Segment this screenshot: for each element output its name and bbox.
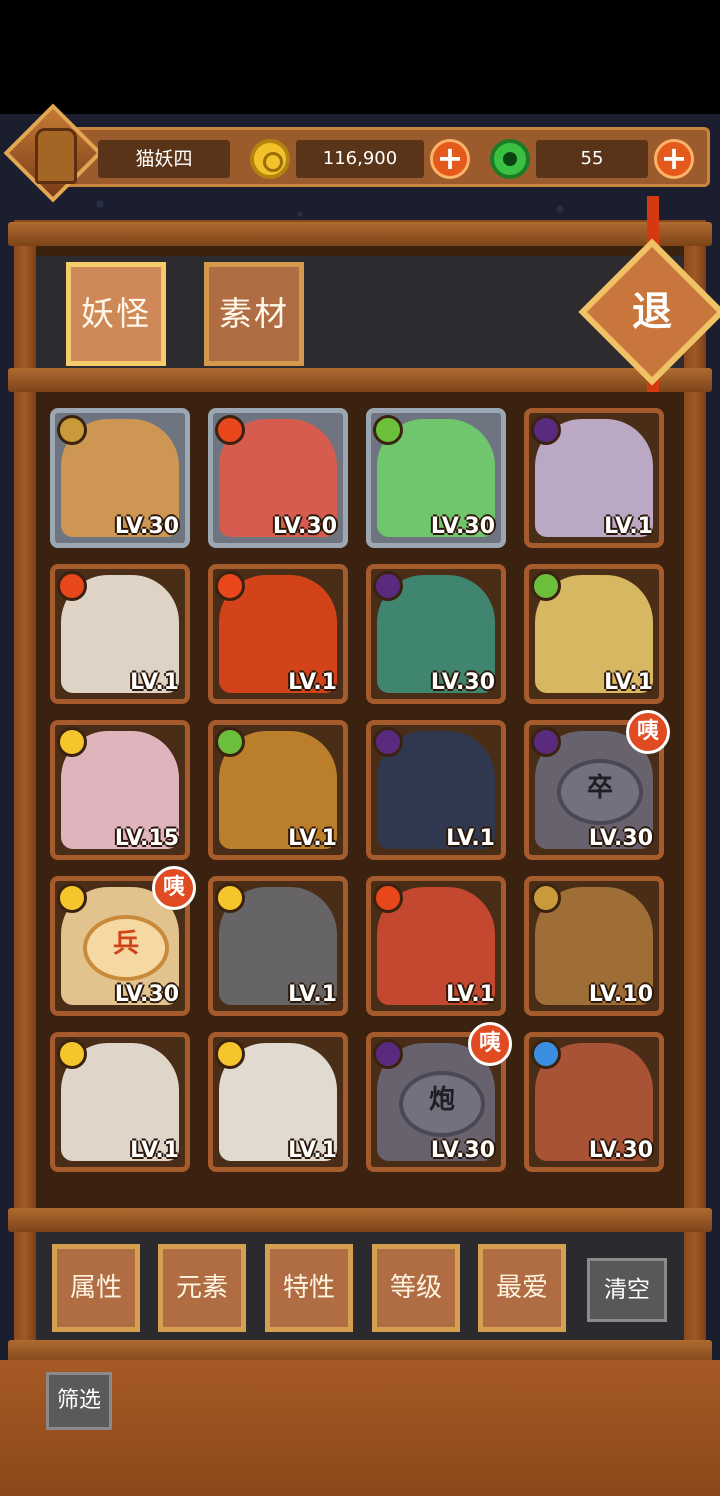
fire-element-icon bbox=[215, 571, 245, 601]
filter-toggle-button[interactable]: 筛选 bbox=[46, 1372, 112, 1430]
card-level: LV.1 bbox=[446, 826, 495, 851]
player-name: 猫妖四 bbox=[98, 140, 230, 178]
card-level: LV.1 bbox=[446, 982, 495, 1007]
chess-piece-label: 卒 bbox=[557, 759, 643, 825]
add-jade-button[interactable]: + bbox=[654, 139, 694, 179]
dark-element-icon bbox=[531, 415, 561, 445]
light-element-icon bbox=[57, 883, 87, 913]
cabinet-post-left bbox=[14, 240, 36, 1350]
wood-element-icon bbox=[531, 571, 561, 601]
monster-card[interactable]: LV.1 bbox=[208, 1032, 348, 1172]
monster-card[interactable]: LV.10 bbox=[524, 876, 664, 1016]
monster-card[interactable]: LV.30 bbox=[50, 408, 190, 548]
light-element-icon bbox=[57, 727, 87, 757]
earth-element-icon bbox=[57, 415, 87, 445]
monster-card[interactable]: LV.1 bbox=[50, 1032, 190, 1172]
wood-element-icon bbox=[215, 727, 245, 757]
add-gold-button[interactable]: + bbox=[430, 139, 470, 179]
filter-level-button[interactable]: 等级 bbox=[372, 1244, 460, 1332]
exit-label[interactable]: 退 bbox=[600, 260, 704, 364]
monster-grid: LV.30 LV.30 LV.30 LV.1 LV.1 LV.1 LV.30 LV.1 LV.1… bbox=[36, 392, 684, 1210]
fire-element-icon bbox=[215, 415, 245, 445]
water-element-icon bbox=[531, 1039, 561, 1069]
tab-monsters[interactable]: 妖怪 bbox=[66, 262, 166, 366]
filter-attribute-button[interactable]: 属性 bbox=[52, 1244, 140, 1332]
earth-element-icon bbox=[531, 883, 561, 913]
monster-card[interactable]: LV.1 bbox=[208, 876, 348, 1016]
monster-card[interactable]: LV.30 bbox=[208, 408, 348, 548]
card-level: LV.30 bbox=[272, 514, 337, 539]
card-level: LV.10 bbox=[588, 982, 653, 1007]
card-level: LV.1 bbox=[288, 1138, 337, 1163]
light-element-icon bbox=[215, 883, 245, 913]
light-element-icon bbox=[215, 1039, 245, 1069]
card-level: LV.1 bbox=[288, 826, 337, 851]
gold-coin-icon bbox=[250, 139, 290, 179]
card-level: LV.1 bbox=[288, 982, 337, 1007]
card-level: LV.30 bbox=[430, 670, 495, 695]
fire-element-icon bbox=[57, 571, 87, 601]
monster-card[interactable]: LV.30 bbox=[524, 1032, 664, 1172]
jade-icon bbox=[490, 139, 530, 179]
filter-favorite-button[interactable]: 最爱 bbox=[478, 1244, 566, 1332]
chess-piece-label: 炮 bbox=[399, 1071, 485, 1137]
filter-element-button[interactable]: 元素 bbox=[158, 1244, 246, 1332]
gold-amount: 116,900 bbox=[296, 140, 424, 178]
monster-card[interactable]: LV.1 bbox=[208, 720, 348, 860]
light-element-icon bbox=[57, 1039, 87, 1069]
dark-element-icon bbox=[373, 1039, 403, 1069]
card-level: LV.30 bbox=[588, 826, 653, 851]
new-badge: 咦 bbox=[626, 710, 670, 754]
monster-card[interactable]: LV.1 bbox=[366, 720, 506, 860]
dark-element-icon bbox=[531, 727, 561, 757]
card-level: LV.15 bbox=[114, 826, 179, 851]
cabinet-post-right bbox=[684, 240, 706, 1350]
jade-amount: 55 bbox=[536, 140, 648, 178]
filter-trait-button[interactable]: 特性 bbox=[265, 1244, 353, 1332]
card-level: LV.1 bbox=[130, 670, 179, 695]
monster-card[interactable]: LV.30 bbox=[366, 408, 506, 548]
dark-element-icon bbox=[373, 571, 403, 601]
monster-card[interactable]: LV.1 bbox=[524, 408, 664, 548]
cabinet-shelf-beam bbox=[8, 368, 712, 392]
monster-card[interactable]: LV.1 bbox=[524, 564, 664, 704]
clear-filters-button[interactable]: 清空 bbox=[587, 1258, 667, 1322]
card-level: LV.30 bbox=[588, 1138, 653, 1163]
card-level: LV.1 bbox=[604, 670, 653, 695]
card-level: LV.30 bbox=[430, 1138, 495, 1163]
card-level: LV.30 bbox=[430, 514, 495, 539]
tab-materials[interactable]: 素材 bbox=[204, 262, 304, 366]
card-level: LV.1 bbox=[130, 1138, 179, 1163]
monster-card[interactable]: LV.1 bbox=[208, 564, 348, 704]
monster-card[interactable]: LV.30 bbox=[366, 564, 506, 704]
new-badge: 咦 bbox=[468, 1022, 512, 1066]
chess-piece-label: 兵 bbox=[83, 915, 169, 981]
card-level: LV.1 bbox=[288, 670, 337, 695]
card-level: LV.30 bbox=[114, 514, 179, 539]
wood-element-icon bbox=[373, 415, 403, 445]
cabinet-lower-beam bbox=[8, 1208, 712, 1232]
cabinet-top-beam bbox=[8, 222, 712, 246]
monster-card[interactable]: LV.1 bbox=[50, 564, 190, 704]
new-badge: 咦 bbox=[152, 866, 196, 910]
monster-card[interactable]: LV.1 bbox=[366, 876, 506, 1016]
fire-element-icon bbox=[373, 883, 403, 913]
monster-card[interactable]: LV.15 bbox=[50, 720, 190, 860]
card-level: LV.1 bbox=[604, 514, 653, 539]
dark-element-icon bbox=[373, 727, 403, 757]
card-level: LV.30 bbox=[114, 982, 179, 1007]
player-avatar bbox=[35, 128, 77, 184]
